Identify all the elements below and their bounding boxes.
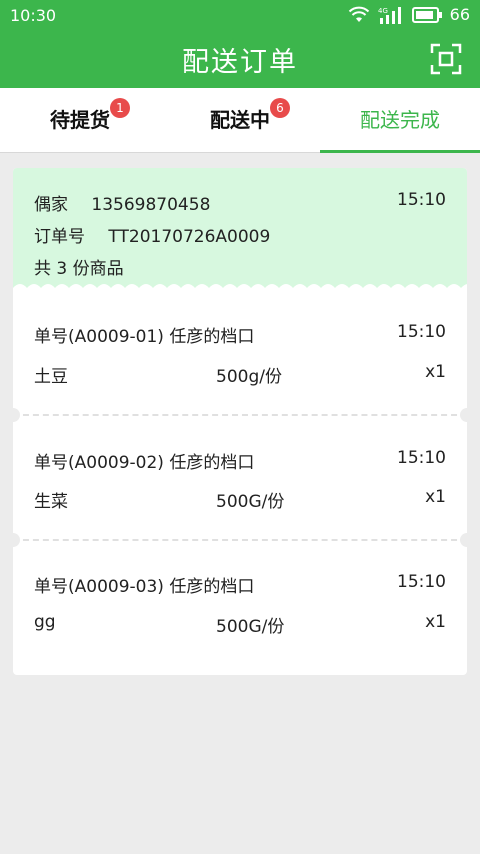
customer-name: 偶家: [34, 195, 68, 215]
ticket-notch: [13, 408, 20, 422]
item-qty: x1: [425, 362, 446, 382]
order-number-label: 订单号: [34, 227, 85, 247]
wifi-icon: [348, 6, 369, 22]
order-number: TT20170726A0009: [108, 227, 271, 247]
tab-label: 待提货: [50, 108, 110, 132]
tab-active-indicator: [320, 150, 480, 153]
item-time: 15:10: [397, 572, 446, 592]
item-title: 单号(A0009-01) 任彦的档口: [34, 327, 255, 347]
ticket-notch: [460, 408, 467, 422]
scan-icon[interactable]: [430, 43, 462, 75]
item-qty: x1: [425, 487, 446, 507]
customer-phone: 13569870458: [91, 195, 211, 215]
item-name: gg: [34, 612, 56, 632]
order-customer-row: 偶家 13569870458 15:10: [34, 190, 446, 215]
dashed-divider: [13, 414, 467, 416]
order-summary-row: 共 3 份商品: [34, 254, 446, 279]
item-spec: 500G/份: [216, 617, 285, 637]
ticket-notch: [13, 533, 20, 547]
tab-label: 配送完成: [360, 108, 440, 132]
order-card[interactable]: 偶家 13569870458 15:10 订单号 TT20170726A0009…: [13, 168, 467, 675]
item-name: 土豆: [34, 367, 68, 387]
item-detail-row: gg 500G/份 x1: [34, 612, 446, 637]
order-tabs: 待提货 1 配送中 6 配送完成: [0, 88, 480, 153]
tab-delivered[interactable]: 配送完成: [320, 88, 480, 153]
order-time: 15:10: [397, 190, 446, 210]
item-name: 生菜: [34, 492, 68, 512]
tab-label: 配送中: [210, 108, 270, 132]
status-time: 10:30: [10, 6, 57, 25]
item-title-row: 单号(A0009-03) 任彦的档口 15:10: [34, 572, 446, 597]
signal-icon: 4G: [378, 6, 401, 24]
network-type: 4G: [378, 7, 388, 15]
item-time: 15:10: [397, 322, 446, 342]
item-title-row: 单号(A0009-01) 任彦的档口 15:10: [34, 322, 446, 347]
item-title-row: 单号(A0009-02) 任彦的档口 15:10: [34, 448, 446, 473]
order-header: 偶家 13569870458 15:10 订单号 TT20170726A0009…: [13, 168, 467, 292]
item-title: 单号(A0009-03) 任彦的档口: [34, 577, 255, 597]
app-bar: 配送订单: [0, 30, 480, 88]
item-title: 单号(A0009-02) 任彦的档口: [34, 453, 255, 473]
ticket-notch: [460, 533, 467, 547]
tab-badge: 1: [110, 98, 130, 118]
order-summary: 共 3 份商品: [34, 259, 124, 279]
item-qty: x1: [425, 612, 446, 632]
battery-level: 66: [449, 5, 470, 24]
item-spec: 500G/份: [216, 492, 285, 512]
item-detail-row: 生菜 500G/份 x1: [34, 487, 446, 512]
tab-badge: 6: [270, 98, 290, 118]
page-title: 配送订单: [182, 47, 298, 78]
status-bar: 10:30 4G 66: [0, 0, 480, 30]
scallop-edge: [13, 284, 467, 296]
tab-delivering[interactable]: 配送中 6: [160, 88, 320, 152]
order-number-row: 订单号 TT20170726A0009: [34, 222, 446, 247]
tab-pending-pickup[interactable]: 待提货 1: [0, 88, 160, 152]
status-icons: 4G 66: [348, 5, 470, 24]
item-time: 15:10: [397, 448, 446, 468]
item-spec: 500g/份: [216, 367, 282, 387]
item-detail-row: 土豆 500g/份 x1: [34, 362, 446, 387]
battery-icon: [411, 6, 442, 23]
dashed-divider: [13, 539, 467, 541]
